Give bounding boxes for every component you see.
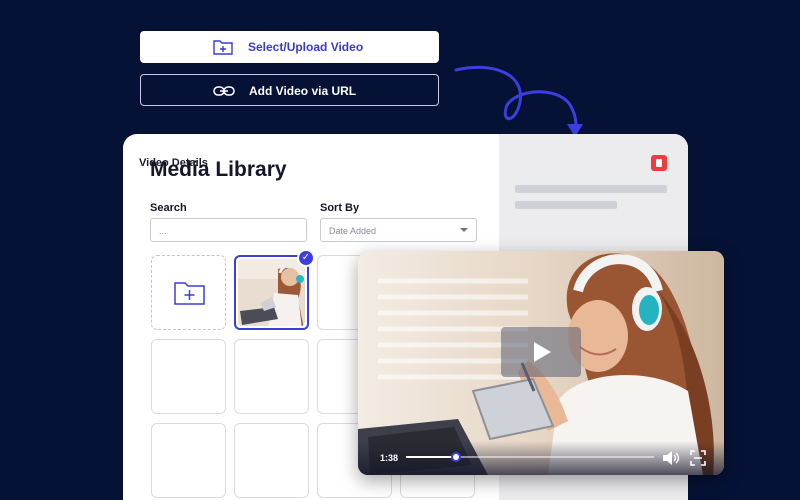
current-time: 1:38 (380, 453, 399, 463)
seek-bar[interactable] (406, 452, 654, 462)
seek-progress (406, 456, 456, 458)
search-label: Search (150, 202, 187, 214)
add-video-url-button[interactable]: Add Video via URL (140, 74, 439, 106)
chevron-down-icon (460, 228, 468, 232)
add-media-tile[interactable] (151, 255, 226, 330)
seek-handle[interactable] (450, 452, 461, 462)
page-title: Media Library (150, 158, 287, 181)
sort-by-label: Sort By (320, 202, 360, 214)
volume-icon[interactable] (662, 450, 680, 466)
add-video-url-label: Add Video via URL (249, 84, 357, 98)
play-button[interactable] (501, 327, 581, 377)
folder-plus-icon (174, 282, 205, 305)
detail-placeholder-1 (515, 185, 667, 193)
trash-icon[interactable] (651, 155, 667, 171)
select-upload-video-button[interactable]: Select/Upload Video (140, 31, 439, 63)
media-tile[interactable] (234, 423, 309, 498)
media-tile[interactable] (234, 339, 309, 414)
folder-plus-icon (213, 40, 233, 55)
selected-check-icon: ✓ (297, 249, 315, 267)
curved-arrow-icon (454, 65, 583, 137)
link-icon (213, 86, 235, 96)
media-tile[interactable] (151, 339, 226, 414)
select-upload-video-label: Select/Upload Video (248, 40, 364, 54)
video-thumbnail (238, 259, 305, 326)
media-tile[interactable] (151, 423, 226, 498)
media-tile-selected[interactable]: ✓ (234, 249, 315, 330)
player-controls: 1:38 (358, 441, 724, 475)
video-player[interactable]: 1:38 (358, 251, 724, 475)
sort-by-select[interactable]: Date Added (320, 218, 477, 242)
fullscreen-icon[interactable] (690, 450, 706, 466)
sort-by-value: Date Added (329, 226, 377, 236)
detail-placeholder-2 (515, 201, 617, 209)
search-input[interactable]: ... (150, 218, 307, 242)
play-icon (534, 342, 551, 362)
